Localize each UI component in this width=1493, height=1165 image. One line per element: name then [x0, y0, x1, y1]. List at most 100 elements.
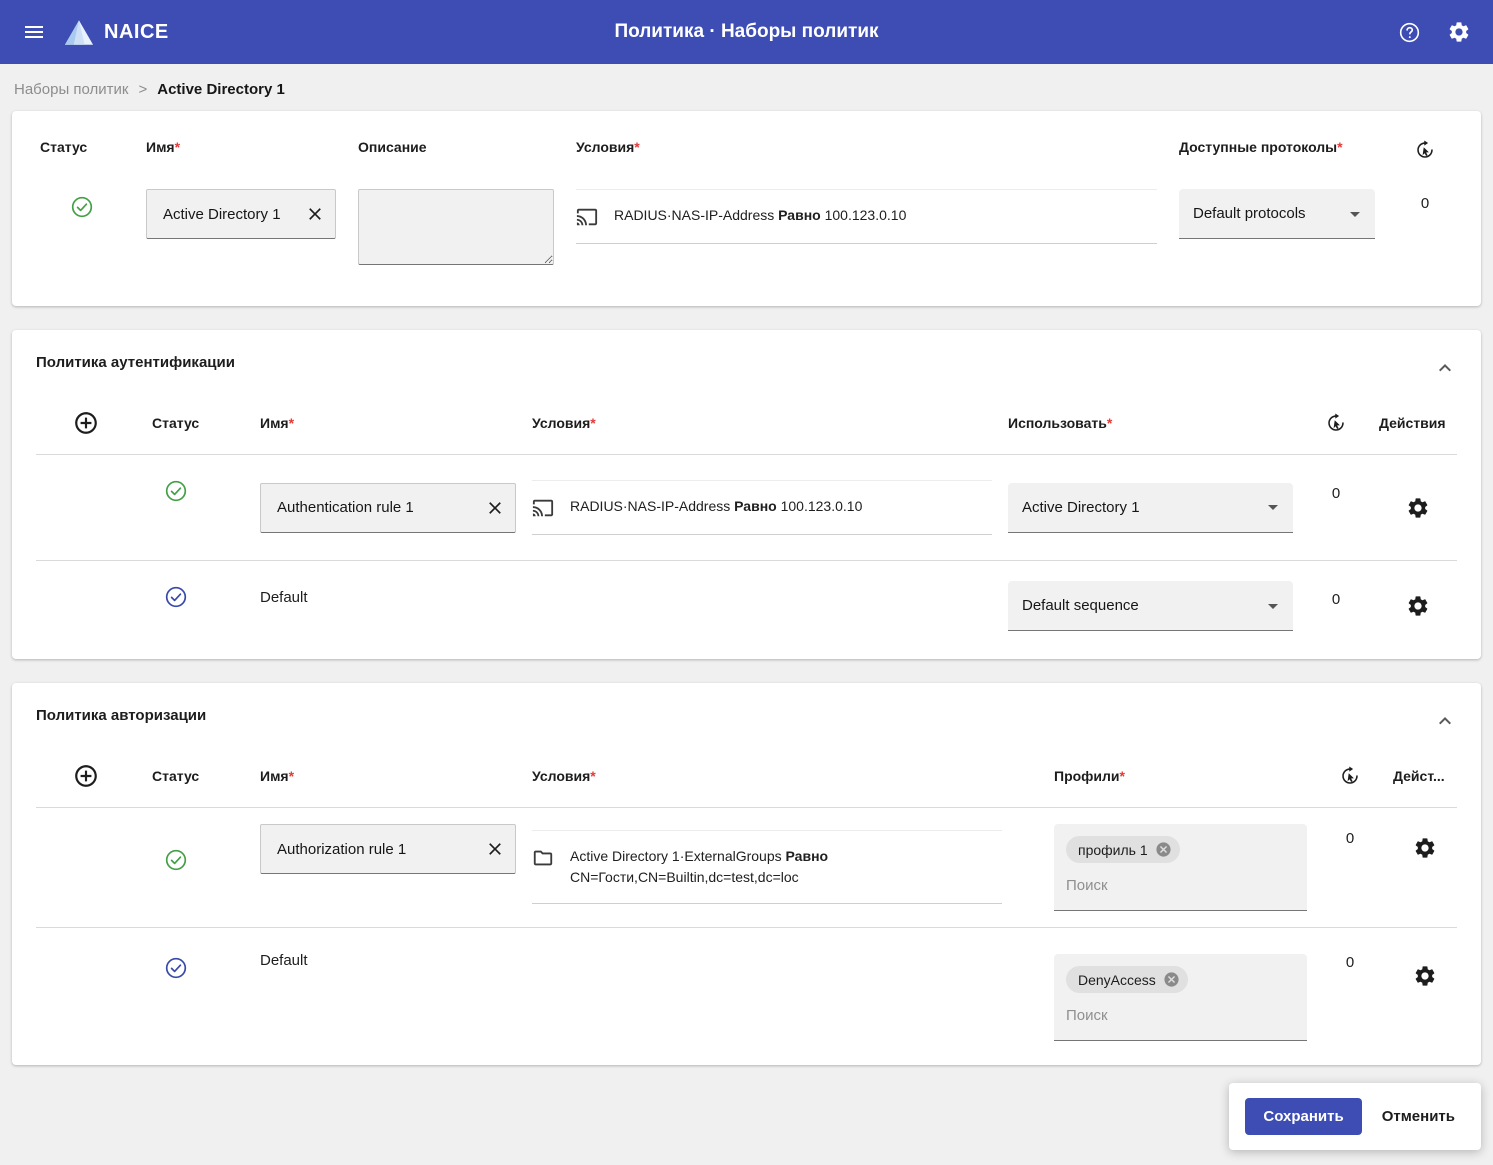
cancel-button[interactable]: Отменить: [1376, 1098, 1461, 1135]
authentication-section-header: Политика аутентификации: [12, 330, 1481, 388]
policy-set-name-input[interactable]: [161, 205, 299, 224]
required-mark: *: [590, 768, 595, 784]
authorization-header-row: Статус Имя* Условия* Профили* Дейст...: [36, 741, 1457, 808]
chevron-up-icon: [1433, 709, 1457, 733]
row-settings-button[interactable]: [1402, 492, 1434, 524]
description-textarea[interactable]: [358, 189, 554, 265]
gear-icon: [1413, 964, 1437, 988]
add-authentication-rule-button[interactable]: [69, 406, 103, 440]
status-ok-icon[interactable]: [70, 195, 94, 219]
rule-conditions[interactable]: RADIUS·NAS-IP-Address Равно 100.123.0.10: [532, 480, 992, 535]
authentication-default-row: Default Default sequence 0: [36, 561, 1457, 651]
identity-source-select[interactable]: Default sequence: [1008, 581, 1293, 631]
condition-item[interactable]: Active Directory 1·ExternalGroups Равно …: [532, 846, 1002, 888]
col-header-conditions: Условия*: [532, 768, 1038, 784]
col-header-profiles: Профили*: [1054, 768, 1307, 784]
gear-icon: [1406, 496, 1430, 520]
policy-set-header-row: Статус Имя* Описание Условия* Доступные …: [40, 125, 1453, 189]
profiles-search-placeholder[interactable]: Поиск: [1066, 877, 1295, 894]
col-header-status: Статус: [152, 768, 244, 784]
identity-source-select[interactable]: Active Directory 1: [1008, 483, 1293, 533]
col-header-actions: Действия: [1379, 415, 1457, 431]
brand-name: NAICE: [104, 21, 169, 44]
policy-set-conditions[interactable]: RADIUS·NAS-IP-Address Равно 100.123.0.10: [576, 189, 1157, 244]
close-icon: [485, 498, 505, 518]
menu-button[interactable]: [14, 12, 54, 52]
rule-name-input[interactable]: [275, 498, 479, 517]
default-rule-label: Default: [260, 952, 516, 969]
breadcrumb-separator: >: [138, 81, 147, 98]
status-ok-icon[interactable]: [164, 479, 188, 508]
breadcrumb-current: Active Directory 1: [157, 81, 285, 98]
protocols-select[interactable]: Default protocols: [1179, 189, 1375, 239]
col-header-status: Статус: [40, 125, 124, 183]
row-status-cell: [152, 585, 244, 614]
hit-counter: 0: [1309, 585, 1363, 608]
required-mark: *: [634, 139, 639, 155]
rule-name-input[interactable]: [275, 840, 479, 859]
col-header-conditions: Условия*: [576, 125, 1157, 183]
condition-text: RADIUS·NAS-IP-Address Равно 100.123.0.10: [570, 496, 862, 517]
authorization-rule-row: Active Directory 1·ExternalGroups Равно …: [36, 808, 1457, 928]
collapse-authentication-button[interactable]: [1425, 348, 1465, 388]
col-header-actions: Дейст...: [1393, 768, 1457, 784]
required-mark: *: [1120, 768, 1125, 784]
hits-icon: [1325, 412, 1347, 434]
condition-item[interactable]: RADIUS·NAS-IP-Address Равно 100.123.0.10: [576, 205, 1157, 228]
brand: NAICE: [64, 19, 169, 46]
row-settings-button[interactable]: [1409, 960, 1441, 992]
status-ok-icon[interactable]: [164, 585, 188, 614]
breadcrumb-parent-link[interactable]: Наборы политик: [14, 81, 128, 98]
gear-icon: [1413, 836, 1437, 860]
plus-circle-icon: [73, 763, 99, 789]
policy-set-status-cell: [40, 189, 124, 224]
chip-remove-icon[interactable]: [1155, 841, 1172, 858]
col-header-hits: [1323, 765, 1377, 787]
condition-item[interactable]: RADIUS·NAS-IP-Address Равно 100.123.0.10: [532, 496, 992, 519]
gear-icon: [1447, 20, 1471, 44]
profile-chip[interactable]: DenyAccess: [1066, 966, 1188, 993]
row-status-cell: [152, 848, 244, 877]
chip-remove-icon[interactable]: [1163, 971, 1180, 988]
section-title: Политика авторизации: [36, 701, 206, 724]
col-header-name: Имя*: [260, 768, 516, 784]
gear-icon: [1406, 594, 1430, 618]
required-mark: *: [175, 139, 180, 155]
add-authorization-rule-button[interactable]: [69, 759, 103, 793]
add-cell: [36, 759, 136, 793]
help-icon: [1398, 21, 1421, 44]
hit-counter: 0: [1323, 824, 1377, 847]
row-settings-button[interactable]: [1409, 832, 1441, 864]
page-title: Политика · Наборы политик: [614, 21, 878, 43]
clear-name-button[interactable]: [299, 198, 331, 230]
status-ok-icon[interactable]: [164, 956, 188, 985]
chevron-down-icon: [1261, 495, 1285, 519]
col-header-use: Использовать*: [1008, 415, 1293, 431]
profiles-field[interactable]: профиль 1 Поиск: [1054, 824, 1307, 911]
chip-label: профиль 1: [1078, 842, 1148, 858]
col-header-status: Статус: [152, 415, 244, 431]
col-header-conditions: Условия*: [532, 415, 992, 431]
profiles-search-placeholder[interactable]: Поиск: [1066, 1007, 1295, 1024]
condition-text: RADIUS·NAS-IP-Address Равно 100.123.0.10: [614, 205, 906, 226]
profile-chip[interactable]: профиль 1: [1066, 836, 1180, 863]
hits-icon: [1414, 139, 1436, 161]
naice-logo-icon: [64, 19, 94, 46]
settings-button[interactable]: [1439, 12, 1479, 52]
appbar-actions: [1390, 12, 1479, 52]
required-mark: *: [1337, 139, 1342, 155]
profiles-field[interactable]: DenyAccess Поиск: [1054, 954, 1307, 1041]
chip-label: DenyAccess: [1078, 972, 1156, 988]
app-bar: NAICE Политика · Наборы политик: [0, 0, 1493, 64]
clear-name-button[interactable]: [479, 833, 511, 865]
status-ok-icon[interactable]: [164, 848, 188, 877]
help-button[interactable]: [1390, 13, 1429, 52]
cast-icon: [576, 206, 598, 228]
rule-conditions[interactable]: Active Directory 1·ExternalGroups Равно …: [532, 830, 1002, 904]
row-actions-cell: [1379, 492, 1457, 524]
save-button[interactable]: Сохранить: [1245, 1098, 1361, 1135]
clear-name-button[interactable]: [479, 492, 511, 524]
collapse-authorization-button[interactable]: [1425, 701, 1465, 741]
authentication-header-row: Статус Имя* Условия* Использовать* Дейст…: [36, 388, 1457, 455]
row-settings-button[interactable]: [1402, 590, 1434, 622]
